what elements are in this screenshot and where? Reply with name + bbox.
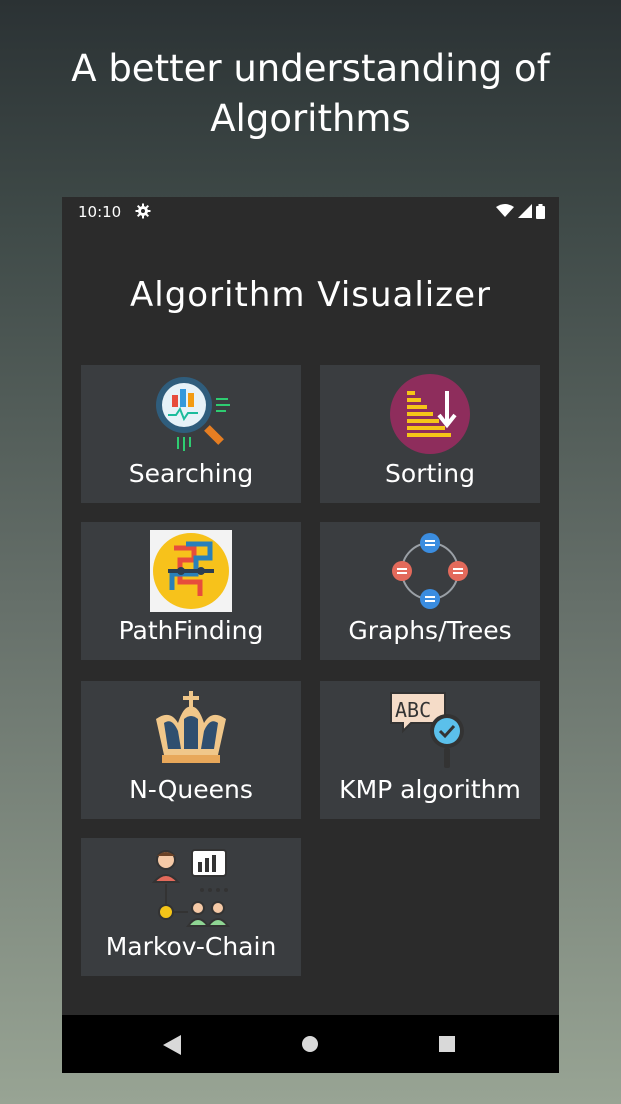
app-title: Algorithm Visualizer xyxy=(129,275,491,315)
tile-label: PathFinding xyxy=(118,616,264,645)
recents-icon[interactable] xyxy=(439,1036,455,1052)
tile-sorting[interactable]: Sorting xyxy=(320,365,540,503)
home-icon[interactable] xyxy=(302,1036,318,1052)
svg-text:ABC: ABC xyxy=(395,698,431,722)
crown-icon xyxy=(156,691,226,763)
gear-icon xyxy=(135,203,151,219)
people-network-icon xyxy=(151,849,230,927)
status-icons xyxy=(496,203,545,219)
tile-label: Sorting xyxy=(385,459,475,488)
tile-markov-chain[interactable]: Markov-Chain xyxy=(81,838,301,976)
signal-icon xyxy=(518,204,532,218)
tile-label: KMP algorithm xyxy=(339,775,521,804)
promo-title-line-2: Algorithms xyxy=(210,97,411,140)
promo-title-line-1: A better understanding of xyxy=(71,47,550,90)
magnifier-chart-icon xyxy=(156,377,230,451)
abc-magnifier-icon: ABC xyxy=(390,692,464,768)
tile-graphs-trees[interactable]: Graphs/Trees xyxy=(320,522,540,660)
promo-title: A better understanding of Algorithms xyxy=(0,44,621,144)
status-bar: 10:10 xyxy=(62,197,559,227)
tile-label: Graphs/Trees xyxy=(348,616,512,645)
sorting-bars-icon xyxy=(390,374,470,454)
tile-n-queens[interactable]: N-Queens xyxy=(81,681,301,819)
tile-searching[interactable]: Searching xyxy=(81,365,301,503)
back-icon[interactable] xyxy=(163,1035,181,1055)
tile-label: Markov-Chain xyxy=(105,932,277,961)
tile-kmp-algorithm[interactable]: ABC KMP algorithm xyxy=(320,681,540,819)
nav-bar xyxy=(62,1015,559,1073)
tile-pathfinding[interactable]: PathFinding xyxy=(81,522,301,660)
wifi-icon xyxy=(496,204,514,217)
path-icon xyxy=(150,530,232,612)
graph-nodes-icon xyxy=(392,533,468,609)
battery-icon xyxy=(536,203,545,219)
phone-screen: 10:10 Algorithm Visualizer Searching Sor… xyxy=(62,197,559,1073)
tile-label: N-Queens xyxy=(129,775,253,804)
status-time: 10:10 xyxy=(78,203,122,221)
tile-label: Searching xyxy=(128,459,254,488)
